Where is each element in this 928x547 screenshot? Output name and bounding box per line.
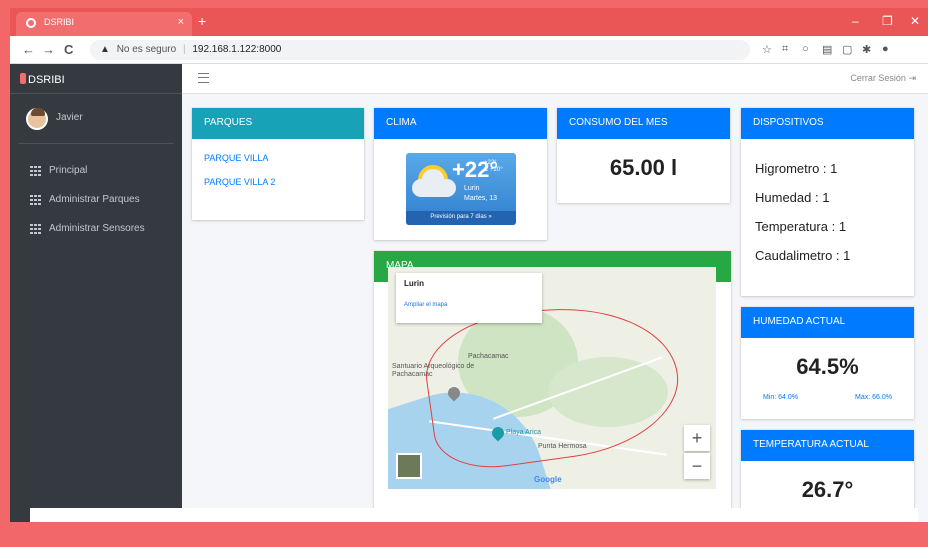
minimize-button[interactable]: – — [852, 14, 859, 28]
card-title: CONSUMO DEL MES — [557, 108, 730, 139]
back-button[interactable]: ← — [22, 42, 35, 57]
device-count: Higrometro : 1 — [755, 161, 838, 176]
browser-window: DSRIBI × + – ❐ ✕ ← → C ▲ No es seguro | … — [10, 8, 928, 530]
extension-icon[interactable]: ⌗ — [782, 43, 788, 56]
logout-icon: ⇥ — [908, 73, 916, 83]
user-panel: Javier — [18, 94, 174, 144]
enlarge-map-link[interactable]: Ampliar el mapa — [404, 302, 534, 308]
puzzle-icon[interactable]: ✱ — [862, 43, 871, 56]
grid-icon — [30, 194, 41, 205]
card-title: TEMPERATURA ACTUAL — [741, 430, 914, 461]
tab-bar: DSRIBI × + – ❐ ✕ — [10, 8, 928, 36]
map[interactable]: Pachacamac Santuario Arqueológico de Pac… — [388, 267, 716, 489]
parques-card: PARQUES PARQUE VILLA PARQUE VILLA 2 — [192, 108, 364, 220]
card-title: HUMEDAD ACTUAL — [741, 307, 914, 338]
humedad-max: Max: 66.0% — [855, 394, 892, 401]
humedad-min: Min: 64.0% — [763, 394, 799, 401]
brand-name: DSRIBI — [28, 74, 65, 86]
address-bar: ← → C ▲ No es seguro | 192.168.1.122:800… — [10, 36, 928, 64]
menu-toggle-icon[interactable] — [198, 73, 209, 83]
map-label: Playa Arica — [506, 429, 542, 436]
sidebar-item-label: Administrar Parques — [49, 194, 140, 205]
grid-icon — [30, 223, 41, 234]
url-separator: | — [182, 44, 186, 55]
sidebar-item-label: Administrar Sensores — [49, 223, 145, 234]
weather-day: Martes, 13 — [464, 195, 498, 202]
device-count: Humedad : 1 — [755, 190, 830, 205]
favicon-icon — [26, 18, 36, 28]
clima-card: CLIMA +22° +22° C +20° Lurin Martes, 13 P… — [374, 108, 547, 240]
browser-tab[interactable]: DSRIBI × — [16, 12, 192, 36]
avatar — [26, 108, 48, 130]
brand[interactable]: DSRIBI — [10, 64, 182, 94]
map-info-title: Lurin — [404, 279, 424, 288]
sidebar-item-administrar-parques[interactable]: Administrar Parques — [10, 185, 182, 214]
humedad-card: HUMEDAD ACTUAL 64.5% Min: 64.0% Max: 66.… — [741, 307, 914, 419]
forward-button[interactable]: → — [42, 42, 55, 57]
reload-button[interactable]: C — [64, 42, 73, 57]
consumo-value: 65.00 l — [609, 155, 678, 180]
weather-range: +22° C +20° — [484, 160, 503, 174]
map-label: Pachacamac — [468, 353, 509, 360]
top-navbar: Cerrar Sesión ⇥ — [182, 64, 928, 94]
restore-button[interactable]: ❐ — [882, 14, 893, 28]
weather-city: Lurin — [464, 185, 480, 192]
new-tab-button[interactable]: + — [198, 13, 206, 29]
star-icon[interactable]: ☆ — [762, 43, 772, 56]
sidebar: DSRIBI Javier Principal Administrar Parq… — [10, 64, 182, 530]
extension-icon[interactable]: ○ — [802, 43, 809, 55]
weather-widget[interactable]: +22° +22° C +20° Lurin Martes, 13 Previsi… — [406, 153, 516, 225]
humedad-value: 64.5% — [796, 354, 859, 379]
tab-close-icon[interactable]: × — [178, 16, 184, 28]
zoom-in-button[interactable]: + — [684, 425, 710, 451]
satellite-toggle[interactable] — [396, 453, 422, 479]
url-text: 192.168.1.122:8000 — [192, 44, 282, 55]
parque-link[interactable]: PARQUE VILLA 2 — [204, 177, 364, 187]
weather-high: +22° — [484, 160, 497, 166]
consumo-card: CONSUMO DEL MES 65.00 l — [557, 108, 730, 203]
map-label: Punta Hermosa — [538, 443, 587, 450]
parque-link[interactable]: PARQUE VILLA — [204, 153, 364, 163]
sidebar-item-label: Principal — [49, 165, 88, 176]
profile-icon[interactable]: ● — [882, 43, 889, 55]
card-title: DISPOSITIVOS — [741, 108, 914, 139]
sidebar-item-administrar-sensores[interactable]: Administrar Sensores — [10, 214, 182, 243]
sidebar-item-principal[interactable]: Principal — [10, 156, 182, 185]
logout-label: Cerrar Sesión — [850, 73, 906, 83]
device-count: Caudalimetro : 1 — [755, 248, 851, 263]
map-label: Santuario Arqueológico de Pachacamac — [392, 363, 475, 378]
zoom-out-button[interactable]: − — [684, 453, 710, 479]
dispositivos-card: DISPOSITIVOS Higrometro : 1 Humedad : 1 … — [741, 108, 914, 296]
extension-icon[interactable]: ▢ — [842, 43, 852, 56]
tab-title: DSRIBI — [44, 17, 75, 27]
card-title: PARQUES — [192, 108, 364, 139]
page-viewport: DSRIBI Javier Principal Administrar Parq… — [10, 64, 928, 530]
card-title: CLIMA — [374, 108, 547, 139]
user-name[interactable]: Javier — [56, 112, 83, 123]
close-window-button[interactable]: ✕ — [910, 14, 920, 28]
brand-icon — [20, 73, 26, 84]
forecast-link[interactable]: Previsión para 7 días » — [406, 211, 516, 225]
grid-icon — [30, 165, 41, 176]
sidebar-menu: Principal Administrar Parques Administra… — [10, 156, 182, 243]
mapa-card: MAPA Pachacamac Santuario Arqueológico d… — [374, 251, 731, 530]
screenshot-bottom-frame — [0, 522, 928, 547]
map-info-window: Lurin Ampliar el mapa — [396, 273, 542, 323]
device-count: Temperatura : 1 — [755, 219, 847, 234]
google-logo: Google — [534, 475, 562, 484]
logout-button[interactable]: Cerrar Sesión ⇥ — [850, 73, 916, 84]
weather-low: +20° — [490, 167, 503, 173]
weather-scale: C — [484, 167, 489, 173]
temperatura-value: 26.7° — [801, 477, 854, 502]
warning-icon: ▲ — [100, 44, 110, 55]
url-field[interactable]: ▲ No es seguro | 192.168.1.122:8000 — [90, 40, 750, 60]
extension-icon[interactable]: ▤ — [822, 43, 832, 56]
security-label: No es seguro — [116, 44, 177, 55]
cloud-icon — [412, 169, 456, 197]
humedad-minmax: Min: 64.0% Max: 66.0% — [741, 394, 914, 401]
